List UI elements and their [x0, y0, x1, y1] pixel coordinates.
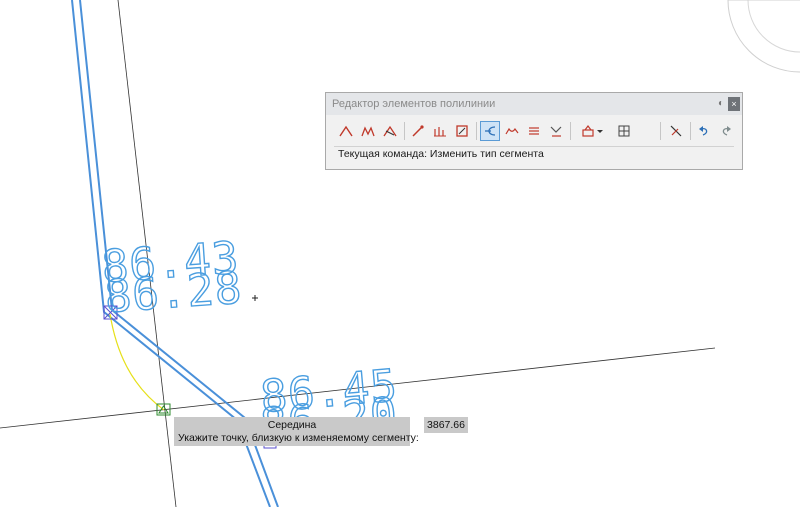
- toolbar-separator: [690, 122, 691, 140]
- dimension-label: 86.28: [103, 263, 244, 323]
- exit-editor-icon[interactable]: [666, 121, 686, 141]
- polyline-editor-window[interactable]: Редактор элементов полилинии ◐ × Текущая…: [325, 92, 743, 170]
- close-button[interactable]: ×: [728, 97, 740, 111]
- fillet-icon[interactable]: [502, 121, 522, 141]
- change-segment-type-icon[interactable]: [480, 121, 500, 141]
- polyline-editor-titlebar[interactable]: Редактор элементов полилинии ◐ ×: [326, 93, 742, 115]
- redo-icon[interactable]: [716, 121, 736, 141]
- elevation-editor-icon[interactable]: [430, 121, 450, 141]
- current-command-status: Текущая команда: Изменить тип сегмента: [338, 148, 544, 160]
- insert-multiple-pi-icon[interactable]: [358, 121, 378, 141]
- toolbar-separator: [404, 122, 405, 140]
- insert-pi-icon[interactable]: [336, 121, 356, 141]
- command-prompt-tooltip: Середина Укажите точку, близкую к изменя…: [174, 417, 419, 446]
- offset-icon[interactable]: [524, 121, 544, 141]
- prompt-text: Укажите точку, близкую к изменяемому сег…: [178, 432, 419, 444]
- move-pi-icon[interactable]: [408, 121, 428, 141]
- dropdown-arrow-icon[interactable]: [594, 121, 606, 141]
- pin-icon[interactable]: ◐: [716, 99, 726, 109]
- coordinate-input[interactable]: 3867.66: [424, 417, 468, 433]
- toolbar-separator: [476, 122, 477, 140]
- cursor-crosshair-icon: [252, 295, 258, 301]
- undo-icon[interactable]: [694, 121, 714, 141]
- edit-vertex-icon[interactable]: [452, 121, 472, 141]
- reference-circles: [727, 0, 800, 73]
- toolbar-separator: [570, 122, 571, 140]
- break-icon[interactable]: [546, 121, 566, 141]
- window-title: Редактор элементов полилинии: [332, 98, 496, 110]
- grid-view-icon[interactable]: [614, 121, 634, 141]
- snap-name-label: Середина: [267, 419, 317, 431]
- polyline-editor-toolbar: [332, 121, 736, 143]
- toolbar-separator: [660, 122, 661, 140]
- divider: [334, 146, 734, 147]
- delete-pi-icon[interactable]: [380, 121, 400, 141]
